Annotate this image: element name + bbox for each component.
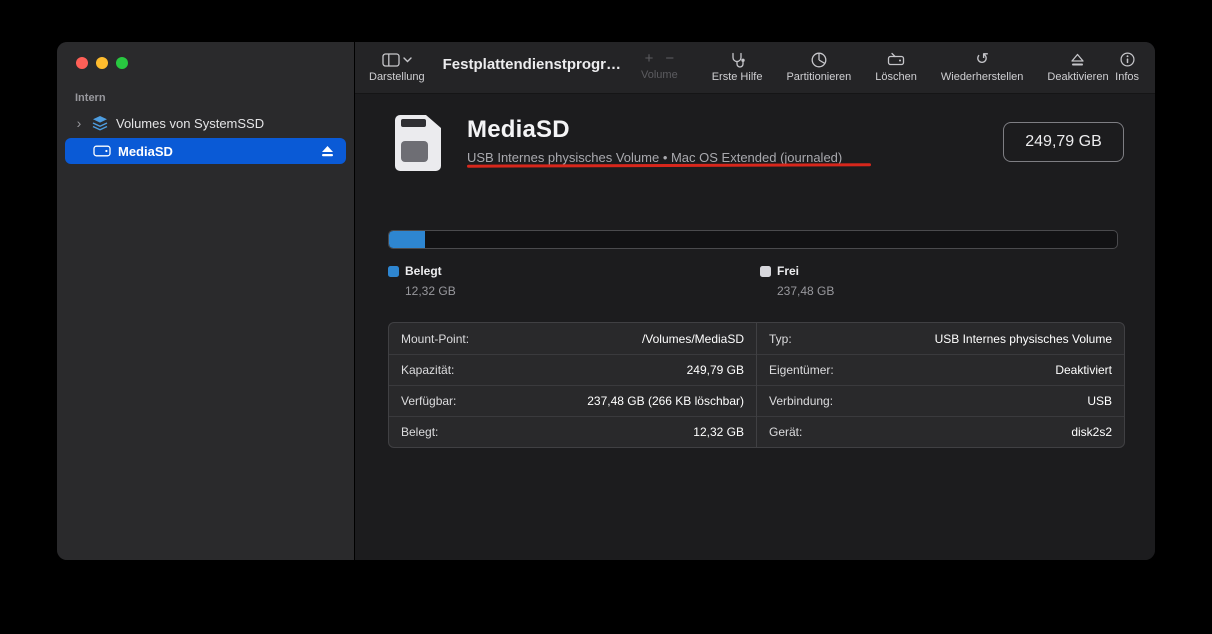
remove-volume-button[interactable]: − bbox=[665, 50, 674, 67]
detail-row-kapazitaet: Kapazität: 249,79 GB bbox=[389, 354, 756, 385]
volume-add-remove-group: + − Volume bbox=[641, 50, 678, 81]
sidebar-item-volumes-von-systemssd[interactable]: › Volumes von SystemSSD bbox=[73, 110, 354, 136]
detail-row-eigentuemer: Eigentümer: Deaktiviert bbox=[757, 354, 1124, 385]
free-value: 237,48 GB bbox=[777, 284, 834, 298]
chevron-down-icon bbox=[403, 57, 412, 63]
sidebar-section-intern: Intern bbox=[75, 92, 354, 104]
usage-bar bbox=[388, 230, 1118, 249]
content-area: MediaSD USB Internes physisches Volume •… bbox=[355, 94, 1155, 560]
disk-utility-window: Intern › Volumes von SystemSSD bbox=[57, 42, 1155, 560]
main-pane: Darstellung Festplattendienstprogr… + − … bbox=[355, 42, 1155, 560]
sidebar-view-icon bbox=[382, 53, 400, 67]
used-value: 12,32 GB bbox=[405, 284, 456, 298]
free-label: Frei bbox=[777, 264, 799, 278]
volume-group-label: Volume bbox=[641, 69, 678, 81]
volume-header: MediaSD USB Internes physisches Volume •… bbox=[467, 116, 842, 165]
details-left-column: Mount-Point: /Volumes/MediaSD Kapazität:… bbox=[389, 323, 756, 447]
restore-button[interactable]: ↺ Wiederherstellen bbox=[941, 50, 1024, 83]
detail-row-mount-point: Mount-Point: /Volumes/MediaSD bbox=[389, 323, 756, 354]
minimize-button[interactable] bbox=[96, 57, 108, 69]
sidebar: Intern › Volumes von SystemSSD bbox=[57, 42, 355, 560]
erase-button[interactable]: Löschen bbox=[875, 50, 917, 83]
used-swatch bbox=[388, 266, 399, 277]
info-button[interactable]: Infos bbox=[1115, 50, 1139, 83]
legend-used: Belegt 12,32 GB bbox=[388, 264, 456, 298]
erase-disk-icon bbox=[887, 50, 905, 69]
desktop: Intern › Volumes von SystemSSD bbox=[0, 0, 1212, 634]
close-button[interactable] bbox=[76, 57, 88, 69]
toolbar: Darstellung Festplattendienstprogr… + − … bbox=[355, 42, 1155, 94]
usage-bar-fill bbox=[389, 231, 425, 248]
restore-arrow-icon: ↺ bbox=[975, 50, 988, 69]
details-right-column: Typ: USB Internes physisches Volume Eige… bbox=[756, 323, 1124, 447]
size-badge: 249,79 GB bbox=[1003, 122, 1124, 162]
sd-card-icon bbox=[393, 114, 443, 172]
unmount-button[interactable]: Deaktivieren bbox=[1047, 50, 1108, 83]
sidebar-item-label: Volumes von SystemSSD bbox=[116, 116, 264, 131]
window-title: Festplattendienstprogr… bbox=[443, 56, 621, 73]
volume-title: MediaSD bbox=[467, 116, 842, 144]
view-menu-label: Darstellung bbox=[369, 71, 425, 83]
partition-button[interactable]: Partitionieren bbox=[786, 50, 851, 83]
first-aid-button[interactable]: Erste Hilfe bbox=[712, 50, 763, 83]
partition-pie-icon bbox=[810, 50, 828, 69]
volume-stack-icon bbox=[91, 115, 109, 131]
annotation-underline bbox=[467, 163, 871, 167]
sidebar-item-mediasd[interactable]: MediaSD bbox=[65, 138, 346, 164]
detail-row-typ: Typ: USB Internes physisches Volume bbox=[757, 323, 1124, 354]
legend-free: Frei 237,48 GB bbox=[760, 264, 834, 298]
unmount-eject-icon bbox=[1070, 50, 1085, 69]
free-swatch bbox=[760, 266, 771, 277]
info-icon bbox=[1119, 50, 1136, 69]
detail-row-geraet: Gerät: disk2s2 bbox=[757, 416, 1124, 447]
first-aid-icon bbox=[728, 50, 746, 69]
detail-row-verbindung: Verbindung: USB bbox=[757, 385, 1124, 416]
chevron-right-icon[interactable]: › bbox=[73, 116, 85, 130]
sidebar-item-label: MediaSD bbox=[118, 144, 173, 159]
add-volume-button[interactable]: + bbox=[645, 50, 654, 67]
detail-row-belegt: Belegt: 12,32 GB bbox=[389, 416, 756, 447]
window-controls bbox=[76, 57, 128, 69]
used-label: Belegt bbox=[405, 264, 442, 278]
zoom-button[interactable] bbox=[116, 57, 128, 69]
details-table: Mount-Point: /Volumes/MediaSD Kapazität:… bbox=[388, 322, 1125, 448]
eject-icon[interactable] bbox=[321, 146, 334, 157]
disk-icon bbox=[93, 144, 111, 158]
view-menu-button[interactable]: Darstellung bbox=[369, 50, 425, 83]
detail-row-verfuegbar: Verfügbar: 237,48 GB (266 KB löschbar) bbox=[389, 385, 756, 416]
